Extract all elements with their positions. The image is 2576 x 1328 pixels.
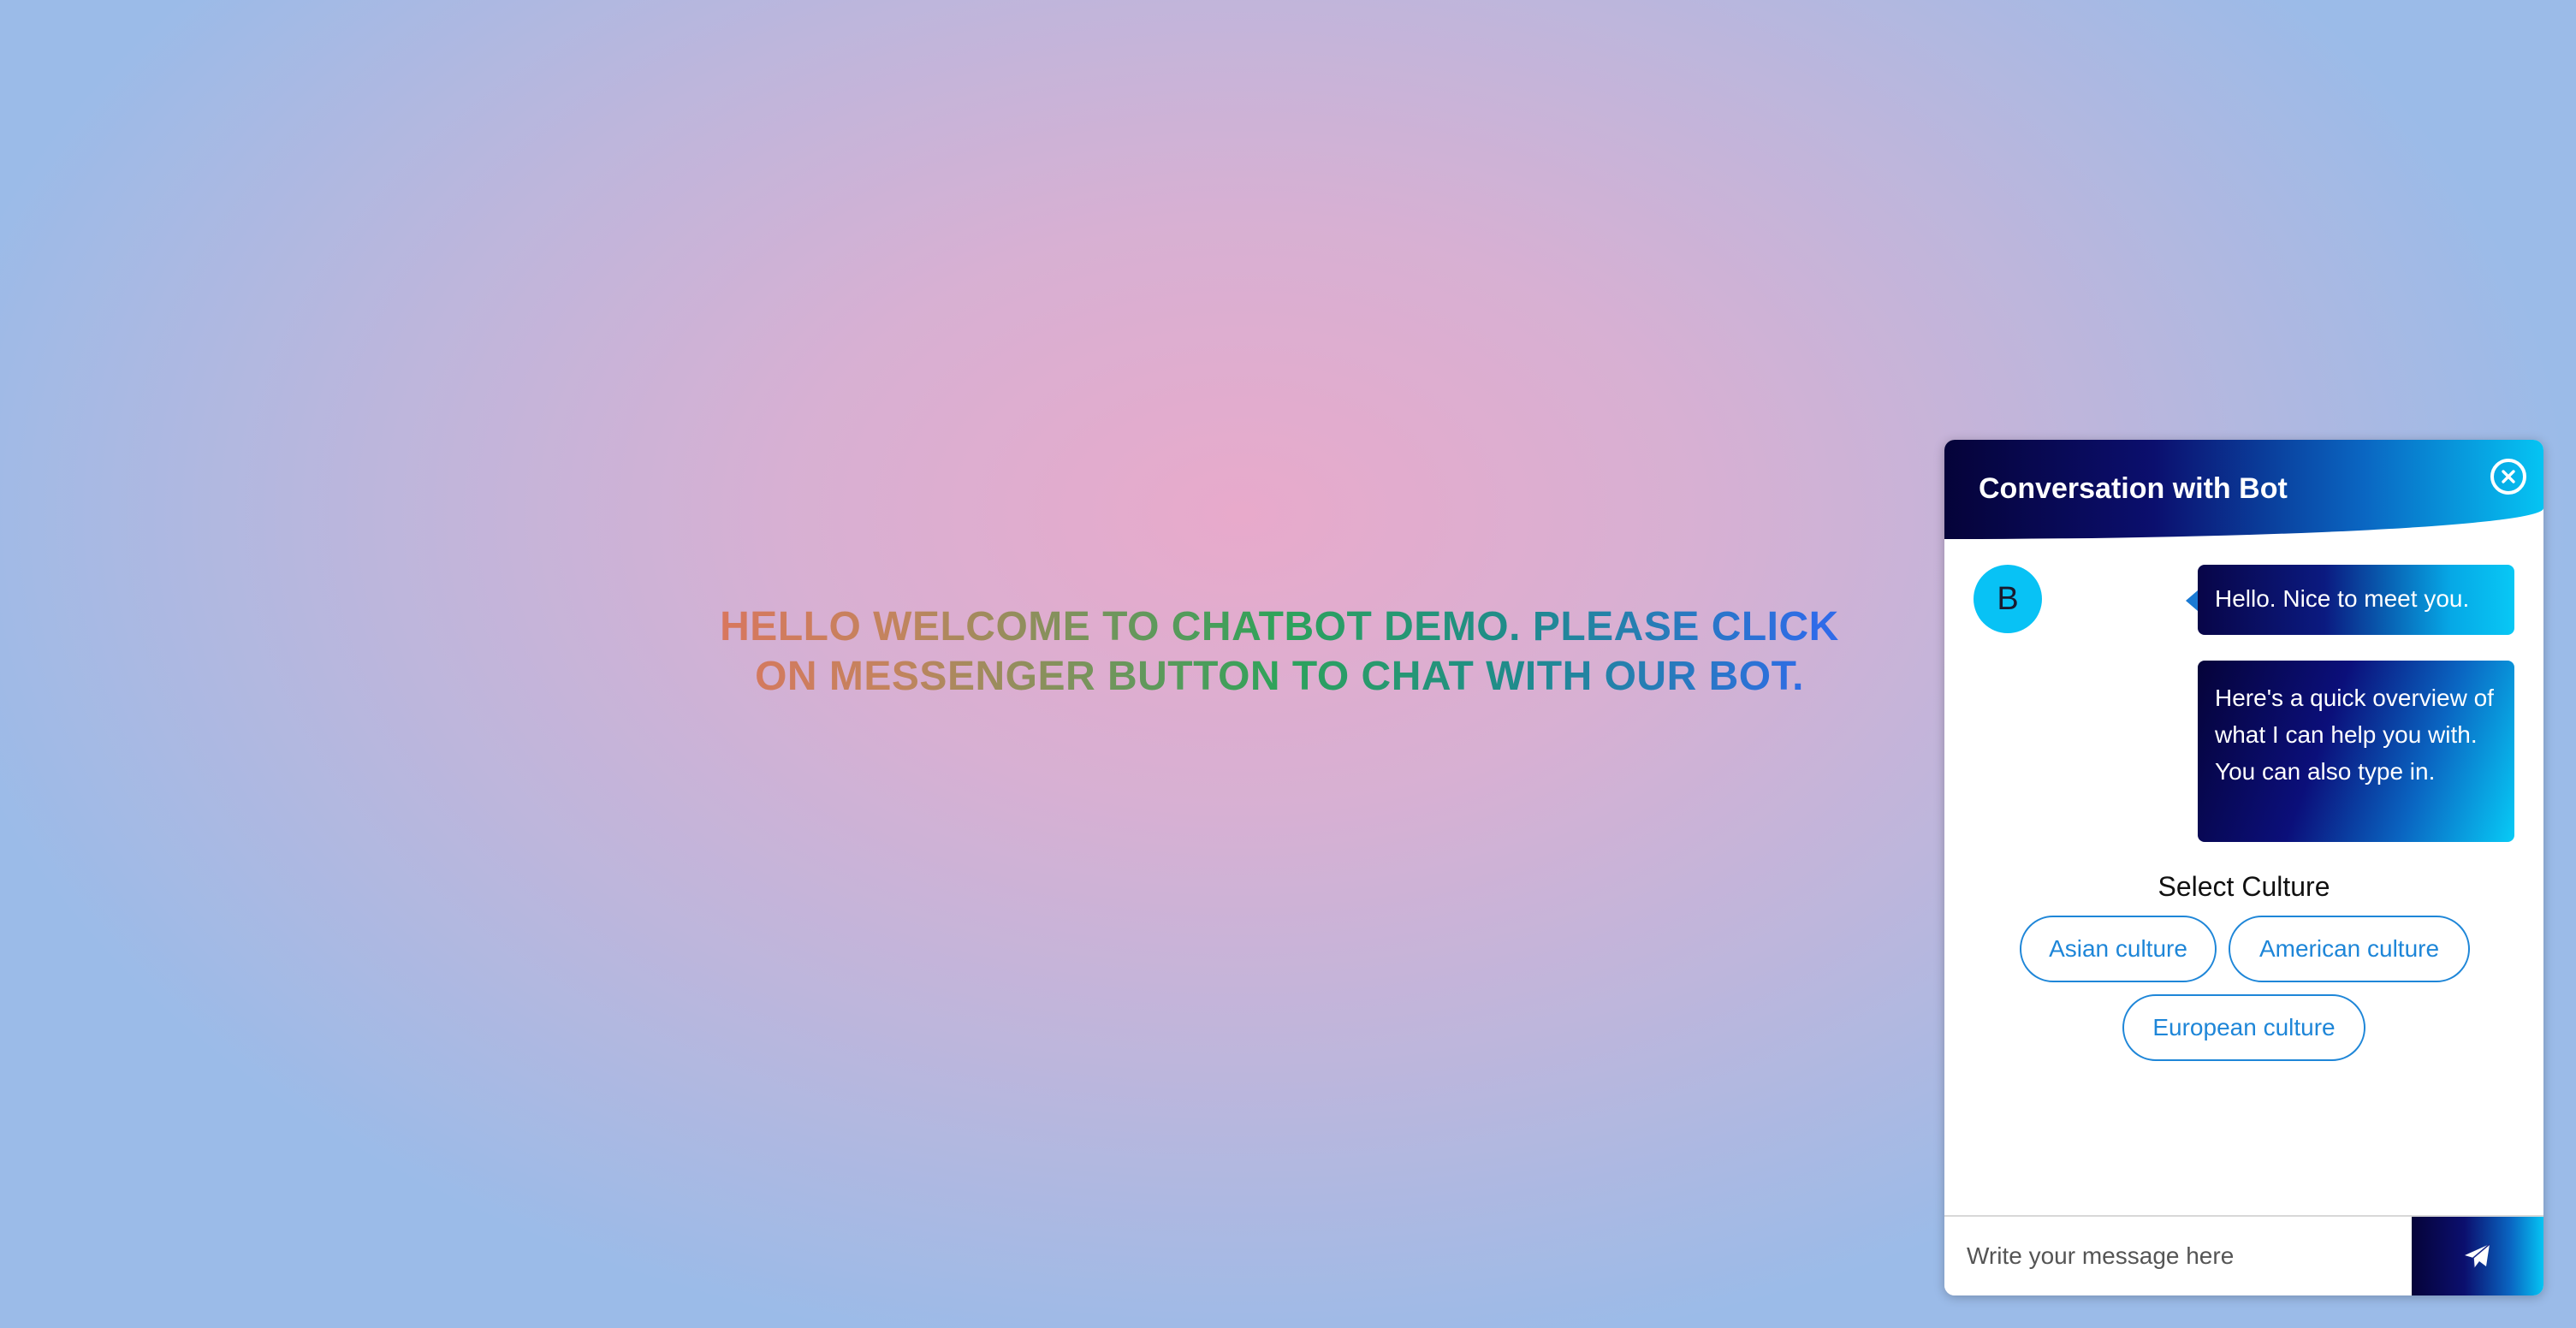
- message-composer: [1944, 1215, 2543, 1295]
- bot-avatar: B: [1974, 565, 2042, 633]
- welcome-headline: HELLO WELCOME TO CHATBOT DEMO. PLEASE CL…: [513, 602, 2045, 702]
- close-icon[interactable]: [2490, 459, 2526, 495]
- paper-plane-icon: [2465, 1243, 2490, 1269]
- welcome-headline-line-2: ON MESSENGER BUTTON TO CHAT WITH OUR BOT…: [755, 654, 1804, 699]
- option-american-culture-button[interactable]: American culture: [2229, 916, 2470, 982]
- bot-message: Here's a quick overview of what I can he…: [2198, 661, 2514, 842]
- chat-window: Conversation with Bot B Hello. Nice to m…: [1944, 440, 2543, 1295]
- message-input[interactable]: [1944, 1217, 2412, 1295]
- option-asian-culture-button[interactable]: Asian culture: [2020, 916, 2217, 982]
- select-culture-label: Select Culture: [2158, 871, 2330, 902]
- chat-title: Conversation with Bot: [1979, 472, 2288, 505]
- option-european-culture-button[interactable]: European culture: [2122, 994, 2365, 1061]
- chat-header: Conversation with Bot: [1944, 440, 2543, 539]
- send-button[interactable]: [2412, 1217, 2543, 1295]
- bot-message: Hello. Nice to meet you.: [2186, 565, 2514, 635]
- welcome-headline-line-1: HELLO WELCOME TO CHATBOT DEMO. PLEASE CL…: [720, 604, 1839, 649]
